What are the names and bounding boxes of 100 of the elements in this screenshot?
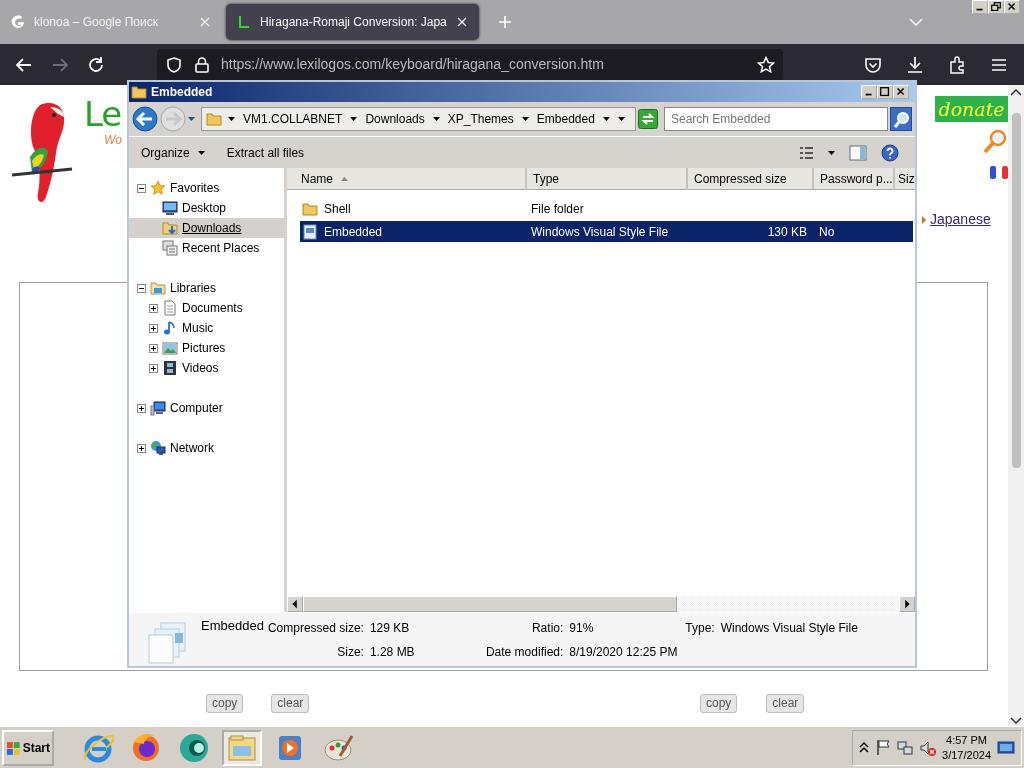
browser-tab[interactable]: Hiragana-Romaji Conversion: Japa [226, 4, 479, 40]
forward-icon[interactable] [51, 55, 69, 74]
back-icon[interactable] [15, 55, 33, 74]
nav-item[interactable]: Network [129, 438, 284, 458]
address-bar[interactable]: VM1.COLLABNET Downloads XP_Themes Embedded [201, 107, 636, 131]
extensions-icon[interactable] [948, 55, 966, 74]
file-row[interactable]: Shell File folder [300, 198, 913, 219]
collapse-icon[interactable] [137, 183, 146, 193]
nav-item[interactable]: Computer [129, 398, 284, 418]
close-icon[interactable] [893, 85, 909, 99]
copy-button[interactable]: copy [206, 694, 244, 713]
nav-item[interactable]: Documents [129, 298, 284, 318]
nav-label[interactable]: Libraries [170, 279, 217, 297]
show-hidden-icon[interactable] [859, 741, 870, 754]
back-icon[interactable] [132, 106, 158, 132]
column-header[interactable]: Siz [895, 168, 913, 190]
breadcrumb[interactable]: XP_Themes [445, 110, 516, 128]
toolbar-button[interactable]: Organize [137, 141, 209, 164]
clear-button[interactable]: clear [271, 694, 310, 713]
breadcrumb[interactable]: Downloads [363, 110, 427, 128]
nav-label[interactable]: Videos [182, 359, 219, 377]
horizontal-scrollbar[interactable] [287, 596, 915, 612]
nav-item[interactable]: Desktop [129, 198, 284, 218]
minimize-icon[interactable] [972, 0, 988, 14]
breadcrumb[interactable]: VM1.COLLABNET [241, 110, 345, 128]
nav-item[interactable]: Pictures [129, 338, 284, 358]
start-button[interactable]: Start [2, 729, 54, 766]
detail-value: 91% [569, 620, 595, 637]
search-button[interactable] [890, 107, 912, 131]
nav-label[interactable]: Computer [170, 399, 223, 417]
nav-label[interactable]: Pictures [182, 339, 226, 357]
minimize-icon[interactable] [861, 85, 877, 99]
clock-time[interactable]: 4:57 PM [942, 733, 991, 748]
videos-icon [162, 360, 178, 376]
history-caret-icon[interactable] [618, 117, 625, 121]
column-header[interactable]: Name [295, 168, 527, 190]
file-name[interactable]: Embedded [324, 222, 383, 241]
views-icon[interactable] [799, 145, 814, 160]
collapse-icon[interactable] [137, 283, 146, 293]
nav-label[interactable]: Favorites [170, 179, 220, 197]
nav-label[interactable]: Network [170, 439, 214, 457]
nav-label[interactable]: Desktop [182, 199, 227, 217]
close-icon[interactable] [1004, 0, 1020, 14]
french-flag-icon[interactable] [990, 166, 1008, 179]
lock-icon[interactable] [193, 55, 211, 74]
caret-icon[interactable] [521, 117, 529, 121]
scrollbar-thumb[interactable] [1011, 113, 1021, 468]
scroll-right-icon[interactable] [899, 596, 915, 612]
search-field[interactable]: Search Embedded [664, 107, 888, 131]
vertical-scrollbar[interactable] [1008, 85, 1024, 726]
nav-item[interactable]: Downloads [129, 218, 284, 238]
nav-label[interactable]: Recent Places [182, 239, 260, 257]
caret-icon[interactable] [602, 117, 610, 121]
shield-icon[interactable] [165, 55, 183, 74]
file-row[interactable]: Embedded Windows Visual Style File 130 KB No [300, 221, 913, 242]
nav-label[interactable]: Documents [182, 299, 243, 317]
nav-item[interactable]: Recent Places [129, 238, 284, 258]
caret-icon[interactable] [432, 117, 440, 121]
reload-icon[interactable] [87, 55, 105, 74]
download-icon[interactable] [906, 55, 924, 74]
nav-item[interactable]: Libraries [129, 278, 284, 298]
nav-label[interactable]: Downloads [182, 219, 242, 237]
clear-button[interactable]: clear [766, 694, 805, 713]
address-field[interactable]: https://www.lexilogos.com/keyboard/hiragana_conversion.htm [157, 48, 783, 81]
restore-icon[interactable] [988, 0, 1004, 14]
bookmark-star-icon[interactable] [757, 55, 775, 74]
caret-icon[interactable] [228, 117, 235, 121]
expand-icon[interactable] [149, 363, 158, 373]
documents-icon [162, 300, 178, 316]
preview-pane-icon[interactable] [849, 144, 867, 161]
scroll-left-icon[interactable] [287, 596, 303, 612]
nav-item[interactable]: Favorites [129, 178, 284, 198]
nav-label[interactable]: Music [182, 319, 214, 337]
show-desktop-icon[interactable] [997, 740, 1015, 755]
expand-icon[interactable] [149, 343, 158, 353]
nav-item[interactable]: Music [129, 318, 284, 338]
caret-icon[interactable] [828, 150, 835, 155]
maximize-icon[interactable] [877, 85, 893, 99]
column-header[interactable]: Password p... [814, 168, 895, 190]
speaker-muted-icon[interactable] [919, 739, 937, 756]
column-header[interactable]: Compressed size [688, 168, 814, 190]
copy-button[interactable]: copy [700, 694, 738, 713]
expand-icon[interactable] [137, 403, 146, 413]
file-name[interactable]: Shell [324, 199, 351, 218]
scrollbar-thumb[interactable] [303, 596, 677, 612]
caret-icon[interactable] [350, 117, 358, 121]
help-icon[interactable] [881, 143, 899, 162]
breadcrumb[interactable]: Embedded [534, 110, 597, 128]
network-icon[interactable] [897, 739, 914, 756]
refresh-icon[interactable] [638, 109, 658, 129]
column-header[interactable]: Type [527, 168, 688, 190]
expand-icon[interactable] [149, 323, 158, 333]
nav-item[interactable]: Videos [129, 358, 284, 378]
expand-icon[interactable] [137, 443, 146, 453]
expand-icon[interactable] [149, 303, 158, 313]
language-link[interactable]: Japanese [930, 209, 991, 230]
clock-date[interactable]: 3/17/2024 [942, 747, 991, 762]
toolbar-button[interactable]: Extract all files [222, 141, 309, 164]
flag-icon[interactable] [875, 739, 892, 756]
pocket-icon[interactable] [864, 55, 882, 74]
